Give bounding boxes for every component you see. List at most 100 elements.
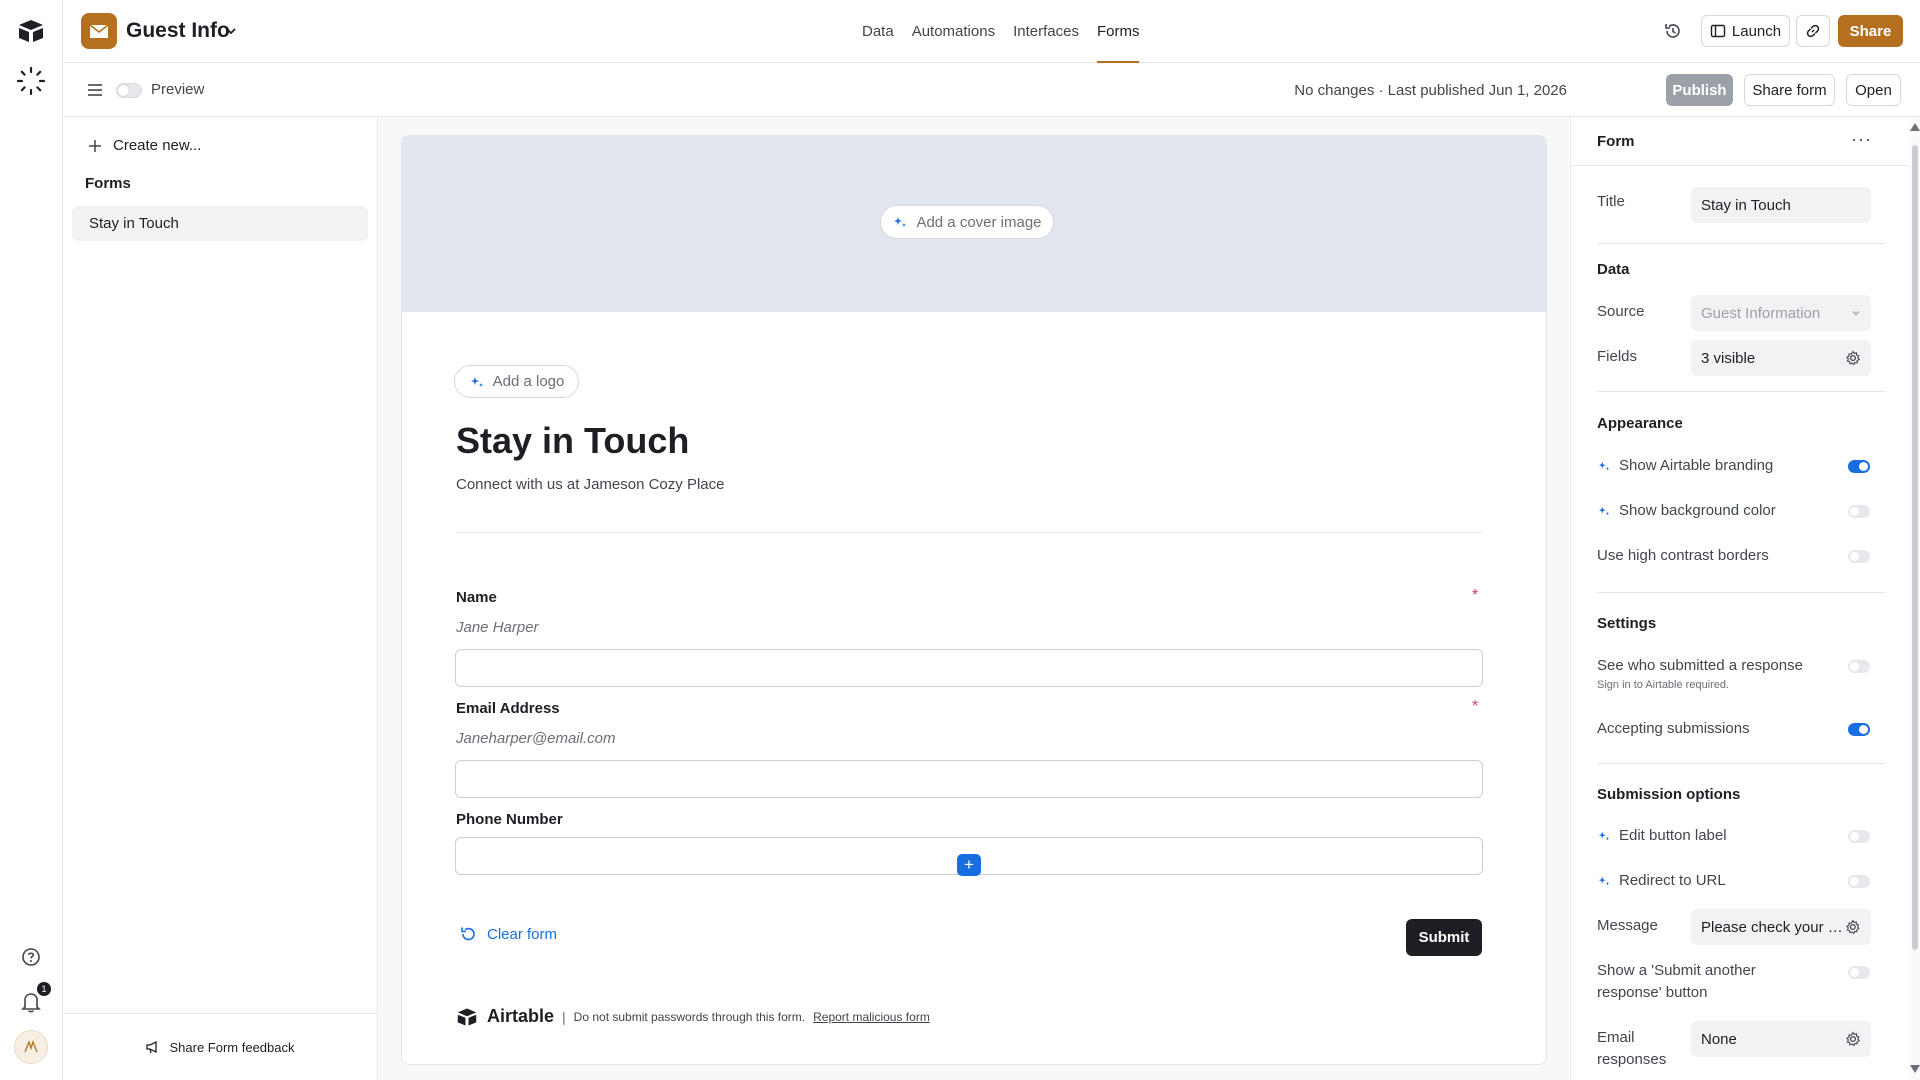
more-options-icon[interactable]: ··· xyxy=(1851,129,1872,150)
submission-section-heading: Submission options xyxy=(1597,786,1741,803)
base-icon[interactable] xyxy=(81,13,117,49)
divider xyxy=(1597,763,1885,764)
scroll-down-arrow-icon[interactable] xyxy=(1910,1065,1920,1073)
submit-another-label: Show a 'Submit another response' button xyxy=(1597,962,1756,1001)
show-branding-toggle[interactable] xyxy=(1848,460,1870,473)
launch-label: Launch xyxy=(1731,22,1782,40)
link-icon xyxy=(1806,24,1820,38)
message-field[interactable]: Please check your e... xyxy=(1691,909,1871,945)
ai-sparkle-icon xyxy=(1598,831,1610,840)
edit-button-label-toggle[interactable] xyxy=(1848,830,1870,843)
preview-label: Preview xyxy=(151,81,205,98)
message-value: Please check your e... xyxy=(1701,918,1846,936)
share-form-button[interactable]: Share form xyxy=(1744,74,1835,106)
sidebar-item-stay-in-touch[interactable]: Stay in Touch xyxy=(72,206,368,241)
accepting-toggle[interactable] xyxy=(1848,723,1870,736)
form-settings-panel: Form ··· Title Stay in Touch Data Source… xyxy=(1570,117,1920,1080)
accepting-label: Accepting submissions xyxy=(1597,720,1750,737)
workspace-loading-icon[interactable] xyxy=(16,66,46,96)
airtable-logo-icon[interactable] xyxy=(17,18,45,44)
email-responses-value: None xyxy=(1701,1030,1737,1048)
form-toolbar: Preview No changes · Last published Jun … xyxy=(63,63,1920,117)
add-logo-button[interactable]: Add a logo xyxy=(454,365,579,398)
divider xyxy=(1571,165,1909,166)
report-malicious-link[interactable]: Report malicious form xyxy=(813,1010,930,1024)
history-icon[interactable] xyxy=(1663,21,1683,41)
gear-icon xyxy=(1846,919,1861,935)
panel-scrollbar-thumb[interactable] xyxy=(1912,145,1918,950)
forms-heading: Forms xyxy=(85,175,131,192)
fields-value: 3 visible xyxy=(1701,349,1756,367)
preview-toggle[interactable] xyxy=(116,83,142,98)
ai-sparkle-icon xyxy=(470,376,483,387)
email-responses-field[interactable]: None xyxy=(1691,1021,1871,1057)
undo-icon xyxy=(461,927,475,941)
hamburger-menu-icon[interactable] xyxy=(86,82,104,98)
email-responses-label: Email responses xyxy=(1597,1029,1667,1068)
field-phone-label[interactable]: Phone Number xyxy=(456,811,563,828)
redirect-toggle[interactable] xyxy=(1848,875,1870,888)
name-input[interactable] xyxy=(455,649,1483,687)
form-card: Add a cover image Add a logo Stay in Tou… xyxy=(401,135,1547,1065)
chevron-down-icon xyxy=(1852,311,1860,316)
tab-forms[interactable]: Forms xyxy=(1088,0,1149,63)
launch-button[interactable]: Launch xyxy=(1701,15,1790,47)
edit-button-label-text: Edit button label xyxy=(1619,827,1727,844)
title-label: Title xyxy=(1597,193,1625,210)
create-new-button[interactable]: Create new... xyxy=(87,137,201,154)
add-field-button[interactable]: + xyxy=(957,854,981,876)
high-contrast-toggle[interactable] xyxy=(1848,550,1870,563)
user-avatar[interactable] xyxy=(14,1030,48,1064)
add-logo-label: Add a logo xyxy=(492,373,565,390)
form-description[interactable]: Connect with us at Jameson Cozy Place xyxy=(456,476,724,493)
tab-interfaces[interactable]: Interfaces xyxy=(1004,0,1088,63)
ai-sparkle-icon xyxy=(894,217,907,227)
show-bg-toggle[interactable] xyxy=(1848,505,1870,518)
submit-button[interactable]: Submit xyxy=(1406,919,1482,956)
source-select[interactable]: Guest Information xyxy=(1691,295,1871,331)
tab-data[interactable]: Data xyxy=(853,0,903,63)
base-name[interactable]: Guest Info xyxy=(126,19,230,43)
gear-icon xyxy=(1846,1031,1861,1047)
redirect-label: Redirect to URL xyxy=(1619,872,1726,889)
notification-count-badge: 1 xyxy=(37,982,51,996)
field-email-required-marker: * xyxy=(1472,698,1479,715)
message-label: Message xyxy=(1597,917,1658,934)
add-cover-image-button[interactable]: Add a cover image xyxy=(880,205,1054,239)
field-email-label[interactable]: Email Address xyxy=(456,700,560,717)
chevron-down-icon[interactable] xyxy=(224,24,238,38)
fields-label: Fields xyxy=(1597,348,1638,365)
copy-link-button[interactable] xyxy=(1796,15,1830,47)
show-branding-row: Show Airtable branding xyxy=(1597,457,1773,474)
fields-selector[interactable]: 3 visible xyxy=(1691,340,1871,376)
source-value: Guest Information xyxy=(1701,304,1821,322)
ai-sparkle-icon xyxy=(1598,876,1610,885)
data-section-heading: Data xyxy=(1597,261,1630,278)
megaphone-icon xyxy=(146,1040,158,1054)
plus-icon xyxy=(89,139,101,152)
field-name-label[interactable]: Name xyxy=(456,589,497,606)
publish-button[interactable]: Publish xyxy=(1666,74,1733,106)
email-input[interactable] xyxy=(455,760,1483,798)
edit-button-label-row: Edit button label xyxy=(1597,827,1727,844)
divider xyxy=(456,532,1482,533)
submit-another-toggle[interactable] xyxy=(1848,966,1870,979)
footer-warning: Do not submit passwords through this for… xyxy=(573,1009,806,1024)
see-who-note: Sign in to Airtable required. xyxy=(1597,679,1730,691)
share-feedback-button[interactable]: Share Form feedback xyxy=(63,1013,377,1080)
title-input[interactable]: Stay in Touch xyxy=(1691,187,1871,223)
help-icon[interactable] xyxy=(21,947,41,967)
tab-automations[interactable]: Automations xyxy=(903,0,1004,63)
notifications-bell-icon[interactable] xyxy=(21,991,41,1013)
app-rail: 1 xyxy=(0,0,63,1080)
share-button[interactable]: Share xyxy=(1838,15,1903,47)
see-who-toggle[interactable] xyxy=(1848,660,1870,673)
clear-form-button[interactable]: Clear form xyxy=(459,925,557,943)
field-name-required-marker: * xyxy=(1472,587,1479,604)
publish-status: No changes · Last published Jun 1, 2026 xyxy=(1294,82,1567,99)
form-title[interactable]: Stay in Touch xyxy=(456,420,689,462)
divider xyxy=(1597,592,1885,593)
divider xyxy=(1597,243,1885,244)
scroll-up-arrow-icon[interactable] xyxy=(1910,123,1920,131)
open-button[interactable]: Open xyxy=(1846,74,1901,106)
